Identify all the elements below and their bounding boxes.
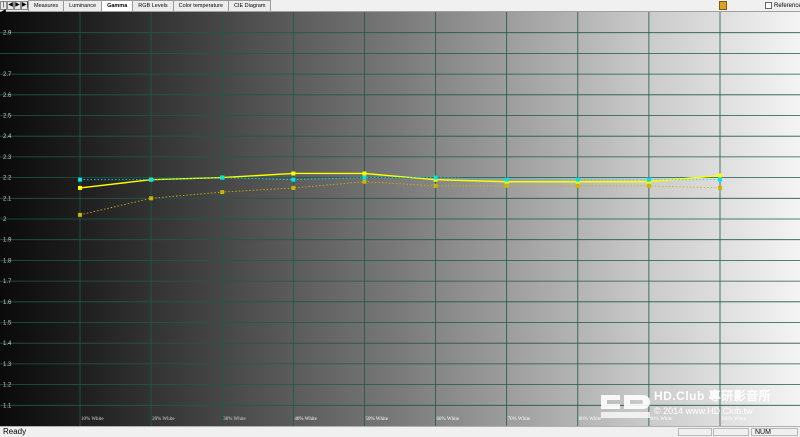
watermark-title: HD.Club 專研影音所: [654, 389, 772, 403]
gamma-chart: 2.9 2.7 2.6 2.5 2.4 2.3 2.2 2.1 2 1.9 1.8 1.7 1.6 1.5…: [0, 12, 800, 426]
x-tick-label: 10% White: [81, 417, 104, 422]
tab-cie-diagram[interactable]: CIE Diagram: [227, 0, 272, 11]
y-tick-label: 1.2: [3, 383, 12, 389]
y-tick-label: 1.5: [3, 321, 12, 327]
data-point: [291, 185, 296, 190]
reference-label: Reference: [774, 3, 800, 9]
y-tick-label: 1.8: [3, 258, 12, 264]
data-point: [646, 183, 651, 188]
status-bar: Ready NUM: [0, 426, 800, 436]
y-tick-label: 2.9: [3, 31, 12, 37]
status-pane-2: [713, 428, 749, 436]
data-point: [362, 175, 367, 180]
y-tick-label: 2.6: [3, 93, 12, 99]
data-point: [646, 177, 651, 182]
data-point: [433, 183, 438, 188]
tab-list: Measures Luminance Gamma RGB Levels Colo…: [28, 0, 272, 12]
data-point: [149, 196, 154, 201]
next-tab-button[interactable]: ▶: [14, 1, 21, 10]
data-point: [78, 212, 82, 217]
data-point: [433, 175, 438, 180]
tab-luminance[interactable]: Luminance: [63, 0, 103, 11]
tab-color-temperature[interactable]: Color temperature: [172, 0, 229, 11]
hd-club-logo: [601, 395, 650, 418]
data-point: [718, 177, 722, 182]
y-tick-label: 1.9: [3, 238, 12, 244]
y-tick-label: 2.3: [3, 155, 12, 161]
tab-bar: |◀ ◀ ▶ ▶| Measures Luminance Gamma RGB L…: [0, 0, 800, 15]
y-tick-label: 1.4: [3, 341, 12, 347]
status-pane-1: [678, 428, 712, 436]
y-tick-label: 1.7: [3, 279, 12, 285]
data-point: [718, 185, 722, 190]
data-point: [575, 177, 580, 182]
data-point: [504, 177, 509, 182]
data-point: [718, 173, 722, 178]
data-point: [291, 177, 296, 182]
watermark: HD.Club 專研影音所 © 2014 www.HD.Club.tw: [598, 389, 800, 423]
first-tab-button[interactable]: |◀: [0, 1, 7, 15]
x-tick-label: 70% White: [508, 417, 531, 422]
y-tick-label: 2.4: [3, 134, 12, 140]
prev-tab-button[interactable]: ◀: [7, 1, 14, 10]
y-tick-label: 1.1: [3, 403, 12, 409]
y-tick-label: 2.2: [3, 176, 12, 182]
grid: [0, 12, 800, 426]
x-tick-label: 20% White: [152, 417, 175, 422]
y-tick-label: 2.7: [3, 72, 12, 78]
y-tick-label: 1.6: [3, 300, 12, 306]
x-tick-label: 60% White: [437, 417, 460, 422]
data-point: [504, 183, 509, 188]
reference-checkbox[interactable]: [765, 2, 772, 9]
data-point: [362, 179, 367, 184]
data-point: [575, 183, 580, 188]
data-point: [78, 185, 82, 190]
tab-rgb-levels[interactable]: RGB Levels: [132, 0, 174, 11]
data-point: [78, 177, 82, 182]
tab-measures[interactable]: Measures: [28, 0, 65, 11]
x-tick-label: 30% White: [223, 417, 246, 422]
y-tick-label: 2.1: [3, 196, 12, 202]
tab-gamma[interactable]: Gamma: [101, 0, 134, 11]
data-point: [220, 175, 225, 180]
x-tick-label: 40% White: [294, 417, 317, 422]
data-point: [362, 171, 367, 176]
watermark-copyright: © 2014 www.HD.Club.tw: [654, 406, 753, 416]
y-tick-label: 1.3: [3, 362, 12, 368]
lock-icon[interactable]: [719, 1, 727, 10]
y-tick-label: 2.5: [3, 114, 12, 120]
data-point: [291, 171, 296, 176]
x-tick-label: 50% White: [365, 417, 388, 422]
data-point: [220, 190, 225, 195]
data-point: [149, 177, 154, 182]
gamma-chart-svg: 2.92.72.62.52.42.32.22.121.91.81.71.61.5…: [0, 12, 800, 426]
last-tab-button[interactable]: ▶|: [21, 1, 28, 10]
num-lock-indicator: NUM: [751, 428, 798, 436]
